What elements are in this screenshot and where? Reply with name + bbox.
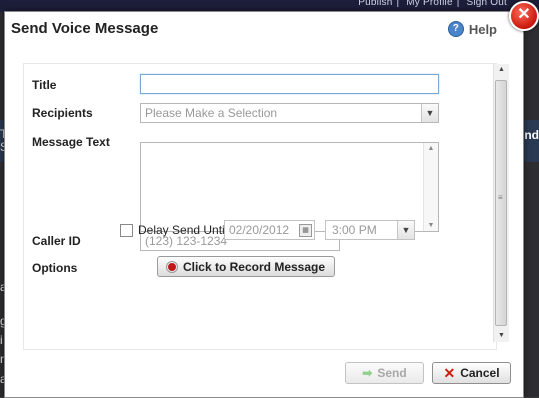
- send-label: Send: [377, 366, 407, 380]
- recipients-selected-value: Please Make a Selection: [145, 106, 278, 120]
- dialog-title: Send Voice Message: [11, 20, 159, 37]
- help-icon: ?: [447, 21, 464, 37]
- background-links: Publish | My Profile | Sign Out: [354, 0, 511, 8]
- title-input[interactable]: [140, 74, 439, 94]
- chevron-down-icon[interactable]: ▼: [421, 104, 438, 122]
- scroll-down-icon[interactable]: ▼: [494, 330, 509, 342]
- message-text-area[interactable]: ▲ ▼: [140, 142, 439, 232]
- grip-icon: ≡: [498, 193, 503, 202]
- help-button[interactable]: ? Help: [447, 21, 497, 37]
- calendar-icon[interactable]: ▦: [299, 224, 312, 237]
- chevron-down-icon[interactable]: ▼: [397, 221, 414, 239]
- my-profile-link[interactable]: My Profile: [406, 0, 452, 8]
- record-message-button[interactable]: Click to Record Message: [157, 256, 335, 277]
- delay-date-value: 02/20/2012: [229, 223, 290, 237]
- delay-time-select[interactable]: 3:00 PM ▼: [325, 220, 415, 240]
- delay-date-input[interactable]: 02/20/2012 ▦: [224, 220, 315, 240]
- sign-out-link[interactable]: Sign Out: [466, 0, 507, 8]
- background-text-fragment: i: [0, 333, 3, 347]
- record-message-label: Click to Record Message: [182, 259, 326, 274]
- message-text-scrollbar[interactable]: ▲ ▼: [423, 143, 438, 231]
- close-icon: ✕: [443, 364, 456, 381]
- cancel-label: Cancel: [460, 366, 500, 380]
- help-label: Help: [468, 21, 497, 37]
- message-text-label: Message Text: [32, 135, 110, 149]
- caller-id-label: Caller ID: [32, 234, 81, 248]
- close-dialog-button[interactable]: ✕: [509, 1, 539, 31]
- delay-send-label: Delay Send Until: [138, 223, 228, 237]
- delay-send-checkbox[interactable]: [120, 224, 133, 237]
- recipients-label: Recipients: [32, 106, 93, 120]
- send-button[interactable]: ➡ Send: [345, 362, 424, 384]
- options-label: Options: [32, 261, 78, 275]
- delay-time-value: 3:00 PM: [332, 223, 377, 237]
- dialog-scrollbar[interactable]: ▲ ≡ ▼: [493, 64, 509, 342]
- cancel-button[interactable]: ✕ Cancel: [432, 362, 511, 384]
- scroll-down-icon[interactable]: ▼: [424, 222, 438, 229]
- background-text-fragment: nd: [524, 128, 539, 142]
- record-icon: [166, 261, 177, 272]
- send-voice-message-dialog: Send Voice Message ? Help Title Recipien…: [4, 11, 524, 398]
- scroll-up-icon[interactable]: ▲: [424, 145, 438, 152]
- form-panel: Title Recipients Please Make a Selection…: [23, 63, 497, 350]
- publish-link[interactable]: Publish: [358, 0, 392, 8]
- arrow-right-icon: ➡: [362, 366, 373, 380]
- close-icon: ✕: [517, 6, 531, 23]
- scroll-up-icon[interactable]: ▲: [494, 64, 509, 76]
- recipients-select[interactable]: Please Make a Selection ▼: [140, 103, 439, 123]
- scrollbar-thumb[interactable]: ≡: [495, 80, 507, 326]
- title-label: Title: [32, 78, 57, 92]
